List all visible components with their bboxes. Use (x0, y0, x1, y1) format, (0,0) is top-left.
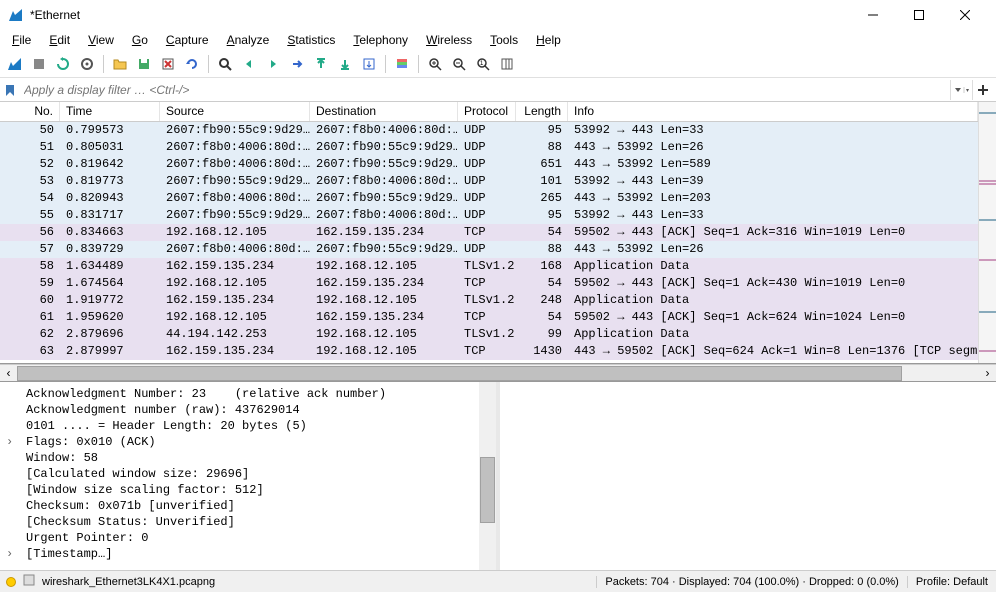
close-file-button[interactable] (157, 53, 179, 75)
menu-capture[interactable]: Capture (158, 31, 217, 49)
capture-options-button[interactable] (76, 53, 98, 75)
table-row[interactable]: 632.879997162.159.135.234192.168.12.105T… (0, 343, 978, 360)
open-file-button[interactable] (109, 53, 131, 75)
packet-list-pane: No. Time Source Destination Protocol Len… (0, 102, 996, 364)
column-header-no[interactable]: No. (0, 102, 60, 121)
table-row[interactable]: 601.919772162.159.135.234192.168.12.105T… (0, 292, 978, 309)
minimize-button[interactable] (850, 0, 896, 30)
resize-columns-button[interactable] (496, 53, 518, 75)
stop-capture-button[interactable] (28, 53, 50, 75)
menu-file[interactable]: File (4, 31, 39, 49)
detail-line[interactable]: [Timestamp…] (6, 546, 490, 562)
toolbar: 1 (0, 50, 996, 78)
table-row[interactable]: 500.7995732607:fb90:55c9:9d29…2607:f8b0:… (0, 122, 978, 139)
packet-list-hscroll[interactable]: ‹ › (0, 364, 996, 381)
column-header-protocol[interactable]: Protocol (458, 102, 516, 121)
capture-file-icon[interactable] (22, 573, 36, 590)
menubar: FileEditViewGoCaptureAnalyzeStatisticsTe… (0, 30, 996, 50)
packet-details-pane[interactable]: Acknowledgment Number: 23 (relative ack … (0, 382, 496, 570)
menu-help[interactable]: Help (528, 31, 569, 49)
window-title: *Ethernet (30, 8, 850, 22)
table-row[interactable]: 581.634489162.159.135.234192.168.12.105T… (0, 258, 978, 275)
start-capture-button[interactable] (4, 53, 26, 75)
table-row[interactable]: 560.834663192.168.12.105162.159.135.234T… (0, 224, 978, 241)
close-button[interactable] (942, 0, 988, 30)
detail-line[interactable]: [Calculated window size: 29696] (6, 466, 490, 482)
menu-statistics[interactable]: Statistics (279, 31, 343, 49)
detail-line[interactable]: Urgent Pointer: 0 (6, 530, 490, 546)
filter-dropdown-button[interactable] (950, 80, 970, 100)
zoom-out-button[interactable] (448, 53, 470, 75)
packet-list-body[interactable]: 500.7995732607:fb90:55c9:9d29…2607:f8b0:… (0, 122, 978, 363)
go-forward-button[interactable] (262, 53, 284, 75)
zoom-in-button[interactable] (424, 53, 446, 75)
menu-tools[interactable]: Tools (482, 31, 526, 49)
zoom-reset-button[interactable]: 1 (472, 53, 494, 75)
detail-line[interactable]: [Window size scaling factor: 512] (6, 482, 490, 498)
filter-bar (0, 78, 996, 102)
packet-minimap[interactable] (978, 102, 996, 363)
table-row[interactable]: 622.87969644.194.142.253192.168.12.105TL… (0, 326, 978, 343)
detail-line[interactable]: [Checksum Status: Unverified] (6, 514, 490, 530)
menu-go[interactable]: Go (124, 31, 156, 49)
detail-line[interactable]: Flags: 0x010 (ACK) (6, 434, 490, 450)
titlebar: *Ethernet (0, 0, 996, 30)
status-packets-label: Packets: 704 · Displayed: 704 (100.0%) ·… (596, 576, 906, 588)
status-file-label: wireshark_Ethernet3LK4X1.pcapng (42, 576, 215, 588)
table-row[interactable]: 530.8197732607:fb90:55c9:9d29…2607:f8b0:… (0, 173, 978, 190)
table-row[interactable]: 611.959620192.168.12.105162.159.135.234T… (0, 309, 978, 326)
column-header-time[interactable]: Time (60, 102, 160, 121)
detail-line[interactable]: Checksum: 0x071b [unverified] (6, 498, 490, 514)
scroll-left-icon[interactable]: ‹ (0, 365, 17, 382)
menu-view[interactable]: View (80, 31, 122, 49)
display-filter-input[interactable] (20, 81, 946, 99)
details-vscroll[interactable] (479, 382, 496, 570)
go-back-button[interactable] (238, 53, 260, 75)
auto-scroll-button[interactable] (358, 53, 380, 75)
statusbar: wireshark_Ethernet3LK4X1.pcapng Packets:… (0, 570, 996, 592)
menu-edit[interactable]: Edit (41, 31, 78, 49)
bookmark-filter-icon[interactable] (0, 79, 20, 101)
colorize-button[interactable] (391, 53, 413, 75)
bottom-panes: Acknowledgment Number: 23 (relative ack … (0, 381, 996, 570)
table-row[interactable]: 591.674564192.168.12.105162.159.135.234T… (0, 275, 978, 292)
table-row[interactable]: 540.8209432607:f8b0:4006:80d:…2607:fb90:… (0, 190, 978, 207)
detail-line[interactable]: 0101 .... = Header Length: 20 bytes (5) (6, 418, 490, 434)
restart-capture-button[interactable] (52, 53, 74, 75)
detail-line[interactable]: Acknowledgment number (raw): 437629014 (6, 402, 490, 418)
table-row[interactable]: 550.8317172607:fb90:55c9:9d29…2607:f8b0:… (0, 207, 978, 224)
scroll-right-icon[interactable]: › (979, 365, 996, 382)
menu-telephony[interactable]: Telephony (345, 31, 416, 49)
table-row[interactable]: 510.8050312607:f8b0:4006:80d:…2607:fb90:… (0, 139, 978, 156)
menu-analyze[interactable]: Analyze (219, 31, 278, 49)
reload-file-button[interactable] (181, 53, 203, 75)
app-icon (8, 7, 24, 23)
maximize-button[interactable] (896, 0, 942, 30)
go-first-button[interactable] (310, 53, 332, 75)
column-header-info[interactable]: Info (568, 102, 978, 121)
table-row[interactable]: 570.8397292607:f8b0:4006:80d:…2607:fb90:… (0, 241, 978, 258)
find-packet-button[interactable] (214, 53, 236, 75)
column-header-destination[interactable]: Destination (310, 102, 458, 121)
go-to-packet-button[interactable] (286, 53, 308, 75)
packet-list-header[interactable]: No. Time Source Destination Protocol Len… (0, 102, 978, 122)
menu-wireless[interactable]: Wireless (418, 31, 480, 49)
packet-bytes-pane[interactable] (500, 382, 996, 570)
expert-info-icon[interactable] (6, 577, 16, 587)
detail-line[interactable]: Window: 58 (6, 450, 490, 466)
go-last-button[interactable] (334, 53, 356, 75)
detail-line[interactable]: Acknowledgment Number: 23 (relative ack … (6, 386, 490, 402)
filter-add-button[interactable] (972, 80, 992, 100)
table-row[interactable]: 520.8196422607:f8b0:4006:80d:…2607:fb90:… (0, 156, 978, 173)
save-file-button[interactable] (133, 53, 155, 75)
column-header-source[interactable]: Source (160, 102, 310, 121)
column-header-length[interactable]: Length (516, 102, 568, 121)
status-profile-label[interactable]: Profile: Default (907, 576, 996, 588)
